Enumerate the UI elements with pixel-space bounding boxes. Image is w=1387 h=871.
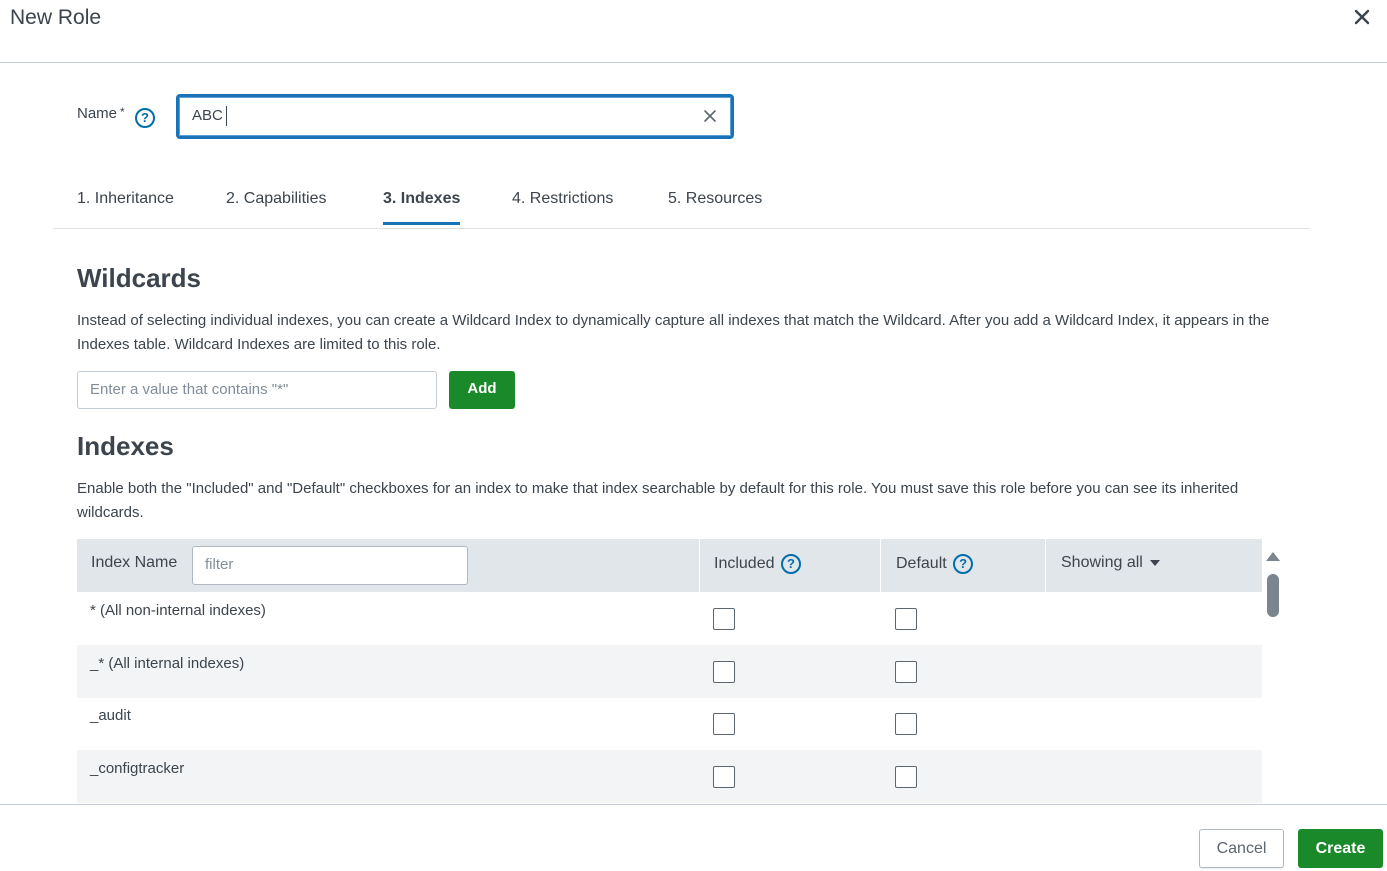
index-name-cell: _configtracker: [90, 760, 185, 777]
showing-all-label: Showing all: [1061, 554, 1143, 571]
add-wildcard-button[interactable]: Add: [449, 371, 515, 409]
included-checkbox[interactable]: [713, 713, 735, 735]
wildcards-description: Instead of selecting individual indexes,…: [77, 312, 1270, 353]
filter-placeholder: filter: [205, 556, 234, 573]
create-button[interactable]: Create: [1298, 829, 1383, 868]
indexes-table: Index Name filter Included ? Default ? S…: [77, 539, 1262, 804]
name-label-text: Name: [77, 105, 118, 122]
wildcard-input[interactable]: Enter a value that contains "*": [77, 371, 437, 409]
column-index-name: Index Name: [91, 554, 178, 571]
name-help-icon[interactable]: ?: [135, 108, 155, 128]
required-mark: *: [120, 105, 125, 119]
table-row: * (All non-internal indexes): [77, 592, 1262, 645]
wildcards-heading: Wildcards: [77, 263, 202, 293]
showing-all-dropdown[interactable]: Showing all: [1061, 554, 1161, 572]
name-input-value: ABC: [192, 107, 223, 124]
included-checkbox[interactable]: [713, 661, 735, 683]
dialog-title: New Role: [10, 6, 102, 29]
indexes-heading: Indexes: [77, 431, 174, 461]
text-caret: [226, 106, 227, 126]
column-divider: [699, 539, 700, 592]
role-tabs: 1. Inheritance 2. Capabilities 3. Indexe…: [53, 183, 1310, 229]
scrollbar-thumb[interactable]: [1267, 574, 1279, 617]
tab-indexes[interactable]: 3. Indexes: [383, 190, 461, 225]
close-icon[interactable]: [1349, 4, 1375, 30]
index-filter-input[interactable]: filter: [192, 546, 468, 585]
column-default-label: Default: [896, 555, 947, 573]
dialog-header: New Role: [0, 0, 1387, 63]
indexes-description: Enable both the "Included" and "Default"…: [77, 480, 1239, 521]
caret-down-icon: [1150, 559, 1161, 566]
included-checkbox[interactable]: [713, 766, 735, 788]
tab-resources[interactable]: 5. Resources: [668, 190, 762, 222]
column-included-label: Included: [714, 555, 775, 573]
tab-restrictions[interactable]: 4. Restrictions: [512, 190, 613, 222]
column-divider: [1045, 539, 1046, 592]
column-divider: [880, 539, 881, 592]
index-name-cell: _* (All internal indexes): [90, 655, 245, 672]
name-input[interactable]: ABC: [176, 94, 734, 139]
column-default: Default ?: [896, 554, 974, 574]
scroll-up-arrow-icon[interactable]: [1266, 552, 1280, 561]
default-checkbox[interactable]: [895, 766, 917, 788]
tab-inheritance[interactable]: 1. Inheritance: [77, 190, 174, 222]
clear-icon[interactable]: [703, 109, 717, 123]
table-row: _* (All internal indexes): [77, 645, 1262, 698]
dialog-body: Name * ? ABC 1. Inheritance 2. Capabiliti…: [0, 63, 1387, 804]
name-label: Name *: [77, 105, 125, 122]
default-checkbox[interactable]: [895, 661, 917, 683]
index-name-cell: _audit: [90, 707, 131, 724]
included-checkbox[interactable]: [713, 608, 735, 630]
default-checkbox[interactable]: [895, 608, 917, 630]
table-row: _audit: [77, 697, 1262, 750]
dialog-footer: Cancel Create: [0, 804, 1387, 871]
tab-capabilities[interactable]: 2. Capabilities: [226, 190, 327, 222]
column-included: Included ?: [714, 554, 801, 574]
table-scrollbar[interactable]: [1262, 539, 1284, 804]
included-help-icon[interactable]: ?: [780, 554, 801, 574]
cancel-button[interactable]: Cancel: [1199, 829, 1284, 868]
table-row: _configtracker: [77, 750, 1262, 803]
default-help-icon[interactable]: ?: [953, 554, 974, 574]
wildcard-input-placeholder: Enter a value that contains "*": [90, 381, 289, 398]
table-header: Index Name filter Included ? Default ? S…: [77, 539, 1262, 592]
index-name-cell: * (All non-internal indexes): [90, 602, 266, 619]
default-checkbox[interactable]: [895, 713, 917, 735]
